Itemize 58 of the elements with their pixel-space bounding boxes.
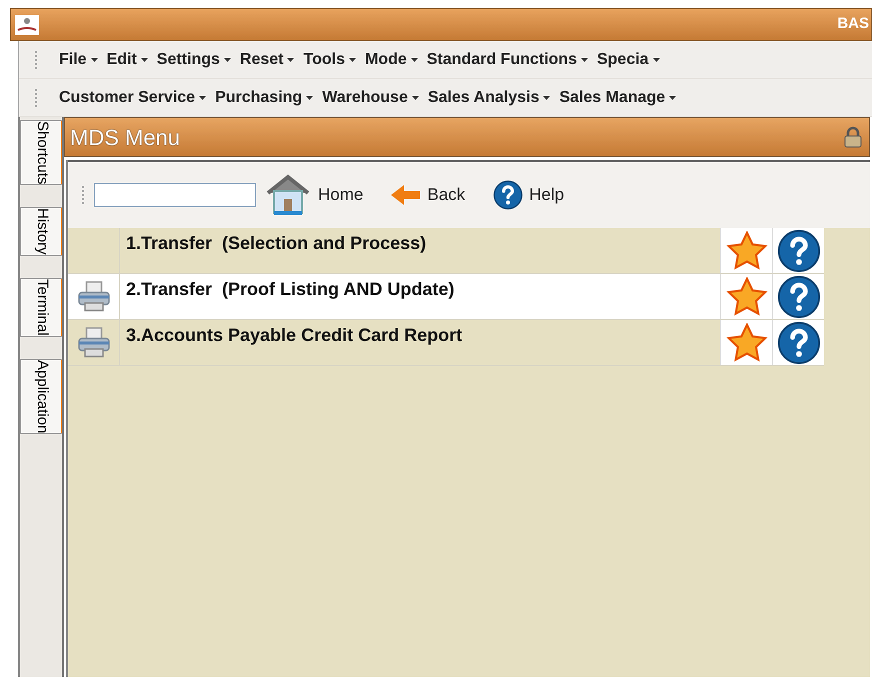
left-arrow-icon bbox=[391, 184, 422, 206]
menu-item[interactable]: Customer Service bbox=[59, 86, 206, 110]
search-field[interactable] bbox=[94, 183, 256, 207]
grip-handle[interactable] bbox=[35, 88, 38, 106]
caret-icon bbox=[287, 58, 294, 62]
side-tab[interactable]: Terminal bbox=[20, 278, 64, 337]
caret-icon bbox=[306, 96, 314, 100]
app-logo-icon bbox=[15, 14, 39, 34]
toolbar-button[interactable]: Home bbox=[264, 173, 364, 217]
house-icon bbox=[264, 173, 312, 217]
caret-icon bbox=[412, 96, 419, 100]
help-icon[interactable] bbox=[776, 274, 820, 318]
menu-row[interactable]: 1.Transfer (Selection and Process) bbox=[68, 228, 824, 274]
star-icon[interactable] bbox=[726, 276, 768, 316]
help-icon[interactable] bbox=[493, 180, 524, 210]
toolbar-button[interactable]: Help bbox=[493, 180, 564, 210]
toolbar-button[interactable]: Back bbox=[391, 182, 466, 208]
caret-icon bbox=[224, 58, 231, 62]
menu-row[interactable]: 3.Accounts Payable Credit Card Report bbox=[68, 320, 824, 366]
side-tab[interactable]: History bbox=[20, 207, 64, 256]
caret-icon bbox=[543, 96, 550, 100]
menu-item[interactable]: Tools bbox=[303, 48, 356, 72]
menu-item[interactable]: Specia bbox=[596, 48, 660, 72]
caret-icon bbox=[348, 58, 356, 62]
help-icon[interactable] bbox=[776, 228, 820, 272]
caret-icon bbox=[410, 58, 418, 62]
panel-title: MDS Menu bbox=[70, 124, 180, 152]
menu-row-label[interactable]: 3.Accounts Payable Credit Card Report bbox=[120, 320, 720, 365]
menu-item[interactable]: Sales Analysis bbox=[428, 86, 550, 110]
grip-handle[interactable] bbox=[35, 50, 38, 68]
menu-item[interactable]: Reset bbox=[240, 48, 294, 72]
window-title: BAS bbox=[837, 14, 869, 34]
caret-icon bbox=[652, 58, 660, 62]
printer-icon bbox=[76, 278, 112, 314]
caret-icon bbox=[580, 58, 588, 62]
menu-row[interactable]: 2.Transfer (Proof Listing AND Update) bbox=[68, 274, 824, 320]
caret-icon bbox=[90, 58, 98, 62]
menu-row-label[interactable]: 2.Transfer (Proof Listing AND Update) bbox=[120, 274, 720, 319]
menu-item[interactable]: Edit bbox=[106, 48, 148, 72]
help-icon[interactable] bbox=[776, 320, 820, 364]
menu-item[interactable]: Purchasing bbox=[215, 86, 314, 110]
menu-item[interactable]: Warehouse bbox=[322, 86, 419, 110]
caret-icon bbox=[199, 96, 206, 100]
menu-item[interactable]: Sales Manage bbox=[559, 86, 676, 110]
menu-row-label[interactable]: 1.Transfer (Selection and Process) bbox=[120, 228, 720, 273]
grip-handle[interactable] bbox=[82, 186, 85, 204]
menu-item[interactable]: Standard Functions bbox=[426, 48, 588, 72]
menu-item[interactable]: Settings bbox=[156, 48, 231, 72]
menu-item[interactable]: Mode bbox=[364, 48, 418, 72]
menu-item[interactable]: File bbox=[59, 48, 98, 72]
caret-icon bbox=[669, 96, 676, 100]
printer-icon bbox=[76, 324, 112, 360]
side-tab[interactable]: Application bbox=[20, 358, 64, 434]
caret-icon bbox=[140, 58, 148, 62]
star-icon[interactable] bbox=[726, 322, 768, 362]
star-icon[interactable] bbox=[726, 230, 768, 270]
side-tab[interactable]: Shortcuts bbox=[20, 120, 64, 186]
lock-icon[interactable] bbox=[842, 126, 864, 148]
